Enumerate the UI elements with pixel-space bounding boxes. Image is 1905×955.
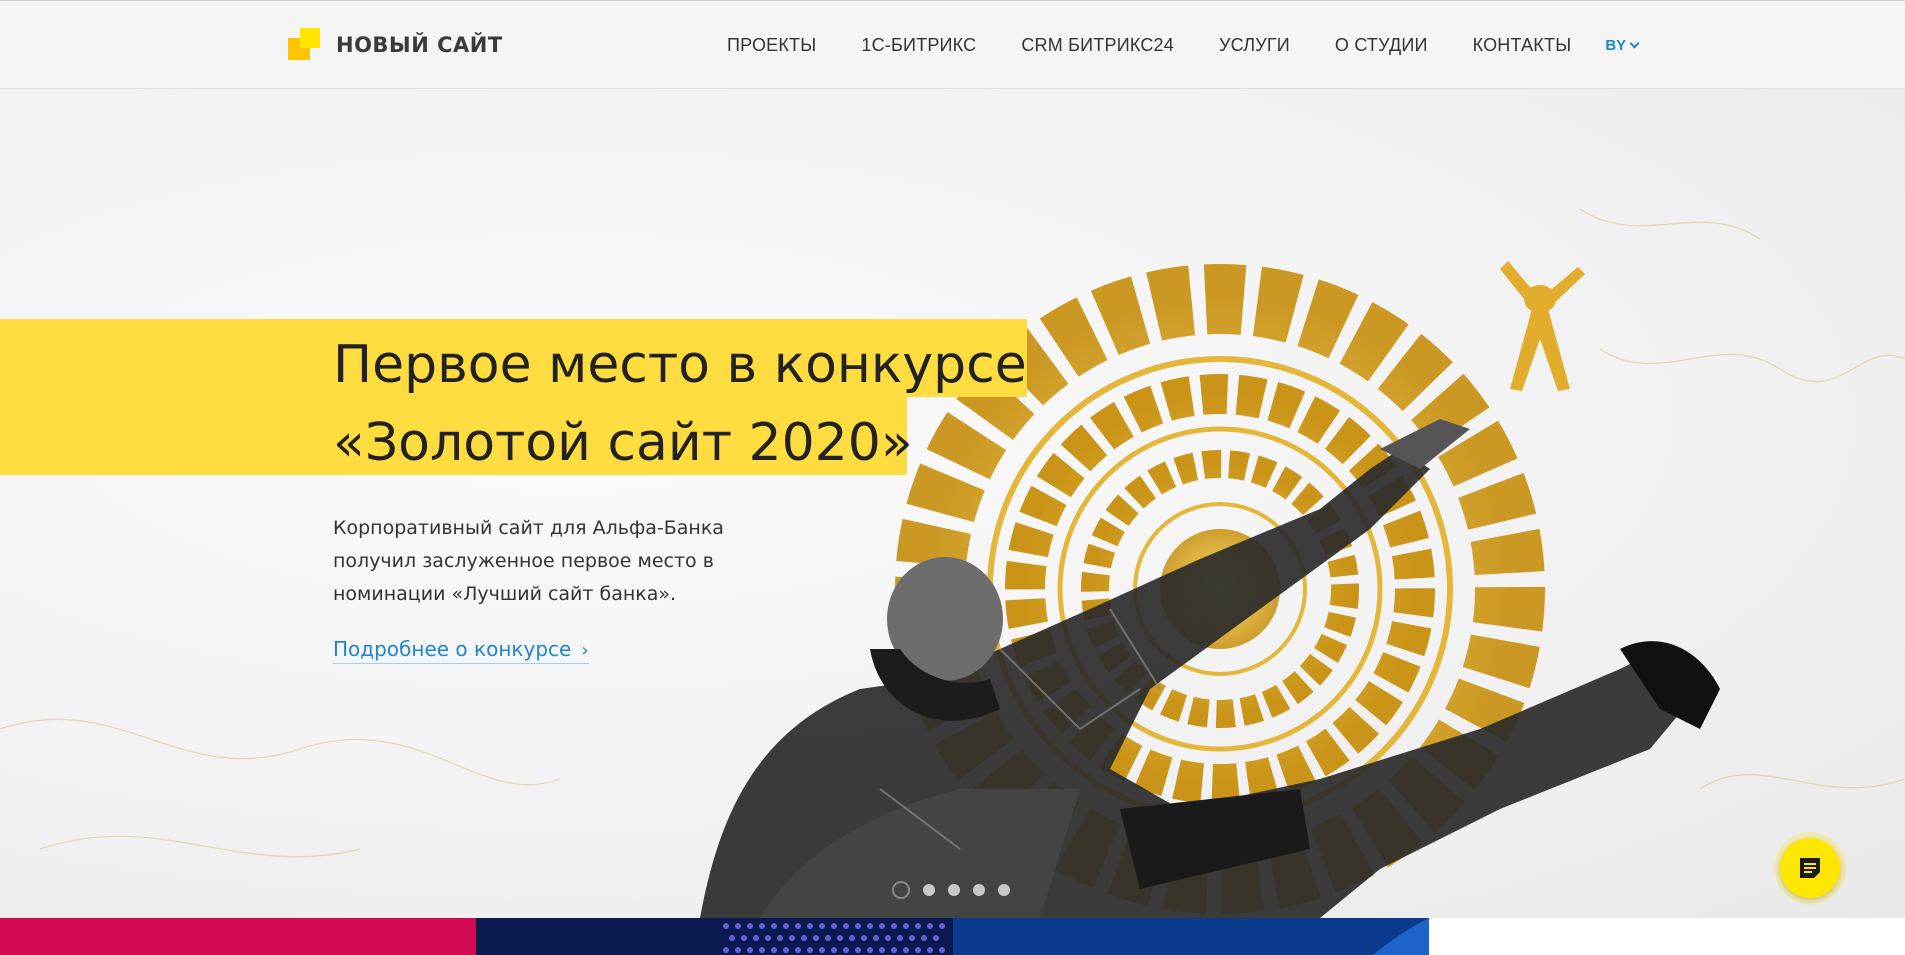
slider-pagination bbox=[892, 881, 1023, 899]
wave-decoration bbox=[1372, 918, 1429, 955]
slide-dot-4[interactable] bbox=[973, 884, 985, 896]
project-tile[interactable] bbox=[1428, 918, 1905, 955]
nav-item-about[interactable]: О СТУДИИ bbox=[1335, 35, 1428, 56]
slide-dot-5[interactable] bbox=[998, 884, 1010, 896]
slide-dot-1[interactable] bbox=[892, 881, 910, 899]
hero-illustration bbox=[0, 208, 1905, 918]
project-tile[interactable] bbox=[0, 918, 477, 955]
nav-item-contacts[interactable]: КОНТАКТЫ bbox=[1473, 35, 1572, 56]
site-header: НОВЫЙ САЙТ ПРОЕКТЫ 1С-БИТРИКС CRM БИТРИК… bbox=[0, 0, 1905, 89]
hero-description: Корпоративный сайт для Альфа-Банка получ… bbox=[333, 517, 724, 605]
project-tiles bbox=[0, 918, 1905, 955]
language-selector[interactable]: BY bbox=[1605, 37, 1640, 54]
person-figure bbox=[700, 419, 1720, 918]
chat-button[interactable] bbox=[1780, 838, 1840, 898]
logo-link[interactable]: НОВЫЙ САЙТ bbox=[288, 28, 503, 62]
language-label: BY bbox=[1605, 37, 1627, 54]
main-nav: ПРОЕКТЫ 1С-БИТРИКС CRM БИТРИКС24 УСЛУГИ … bbox=[727, 1, 1640, 90]
logo-icon bbox=[288, 28, 322, 62]
nav-item-services[interactable]: УСЛУГИ bbox=[1219, 35, 1290, 56]
chevron-down-icon bbox=[1629, 38, 1640, 49]
project-tile[interactable] bbox=[952, 918, 1429, 955]
hero-title: Первое место в конкурсе «Золотой сайт 20… bbox=[333, 326, 1033, 482]
contest-details-link[interactable]: Подробнее о конкурсе › bbox=[333, 637, 589, 664]
nav-item-1c-bitrix[interactable]: 1С-БИТРИКС bbox=[861, 35, 976, 56]
hero-title-line-1: Первое место в конкурсе bbox=[333, 335, 1027, 395]
nav-item-projects[interactable]: ПРОЕКТЫ bbox=[727, 35, 816, 56]
contest-details-label: Подробнее о конкурсе bbox=[333, 637, 572, 661]
chevron-right-icon: › bbox=[581, 640, 589, 661]
logo-text: НОВЫЙ САЙТ bbox=[336, 33, 503, 57]
project-tile[interactable] bbox=[476, 918, 953, 955]
hero-slider: Первое место в конкурсе «Золотой сайт 20… bbox=[0, 89, 1905, 918]
slide-dot-3[interactable] bbox=[948, 884, 960, 896]
award-statuette bbox=[1500, 261, 1585, 391]
dot-pattern-decoration bbox=[723, 923, 946, 953]
chat-icon bbox=[1800, 858, 1820, 878]
hero-title-line-2: «Золотой сайт 2020» bbox=[333, 413, 913, 473]
slide-dot-2[interactable] bbox=[923, 884, 935, 896]
nav-item-crm-bitrix24[interactable]: CRM БИТРИКС24 bbox=[1021, 35, 1174, 56]
